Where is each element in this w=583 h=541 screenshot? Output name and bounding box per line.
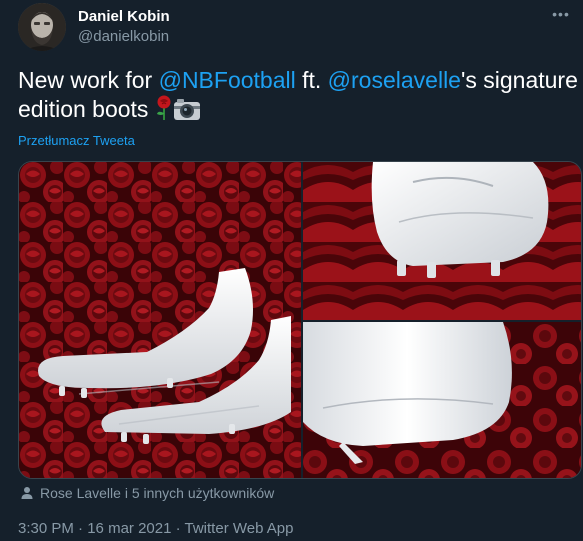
camera-emoji-icon — [173, 97, 201, 128]
liked-by-row[interactable]: Rose Lavelle i 5 innych użytkowników — [20, 485, 274, 501]
media-photo-1[interactable] — [19, 162, 301, 478]
avatar[interactable] — [18, 3, 66, 51]
author-handle[interactable]: @danielkobin — [78, 28, 169, 45]
tweet-text: New work for @NBFootball ft. @roselavell… — [18, 66, 578, 128]
more-options-button[interactable]: ••• — [547, 4, 575, 24]
mention-roselavelle[interactable]: @roselavelle — [328, 67, 461, 93]
meta-separator: · — [171, 520, 185, 537]
media-photo-3[interactable] — [303, 322, 581, 478]
media-grid — [18, 161, 582, 479]
tweet-text-part-2: ft. — [295, 67, 328, 93]
tweet-text-part-1: New work for — [18, 67, 159, 93]
more-dots-icon: ••• — [552, 6, 570, 22]
rose-emoji-icon — [155, 95, 173, 128]
tweet-meta: 3:30 PM · 16 mar 2021 · Twitter Web App — [18, 520, 293, 537]
tweet-timestamp-link[interactable]: 3:30 PM · 16 mar 2021 — [18, 520, 171, 537]
translate-tweet-link[interactable]: Przetłumacz Tweeta — [18, 133, 135, 148]
tweet-card: Daniel Kobin @danielkobin ••• New work f… — [0, 0, 583, 541]
person-icon — [20, 486, 34, 500]
tweet-source-link[interactable]: Twitter Web App — [185, 520, 294, 537]
meta-separator: · — [73, 520, 88, 537]
liked-by-text: Rose Lavelle i 5 innych użytkowników — [40, 485, 275, 501]
tweet-date: 16 mar 2021 — [87, 520, 172, 537]
mention-nbfootball[interactable]: @NBFootball — [159, 67, 296, 93]
media-photo-2[interactable] — [303, 162, 581, 320]
tweet-time: 3:30 PM — [18, 520, 74, 537]
author-display-name[interactable]: Daniel Kobin — [78, 8, 170, 25]
